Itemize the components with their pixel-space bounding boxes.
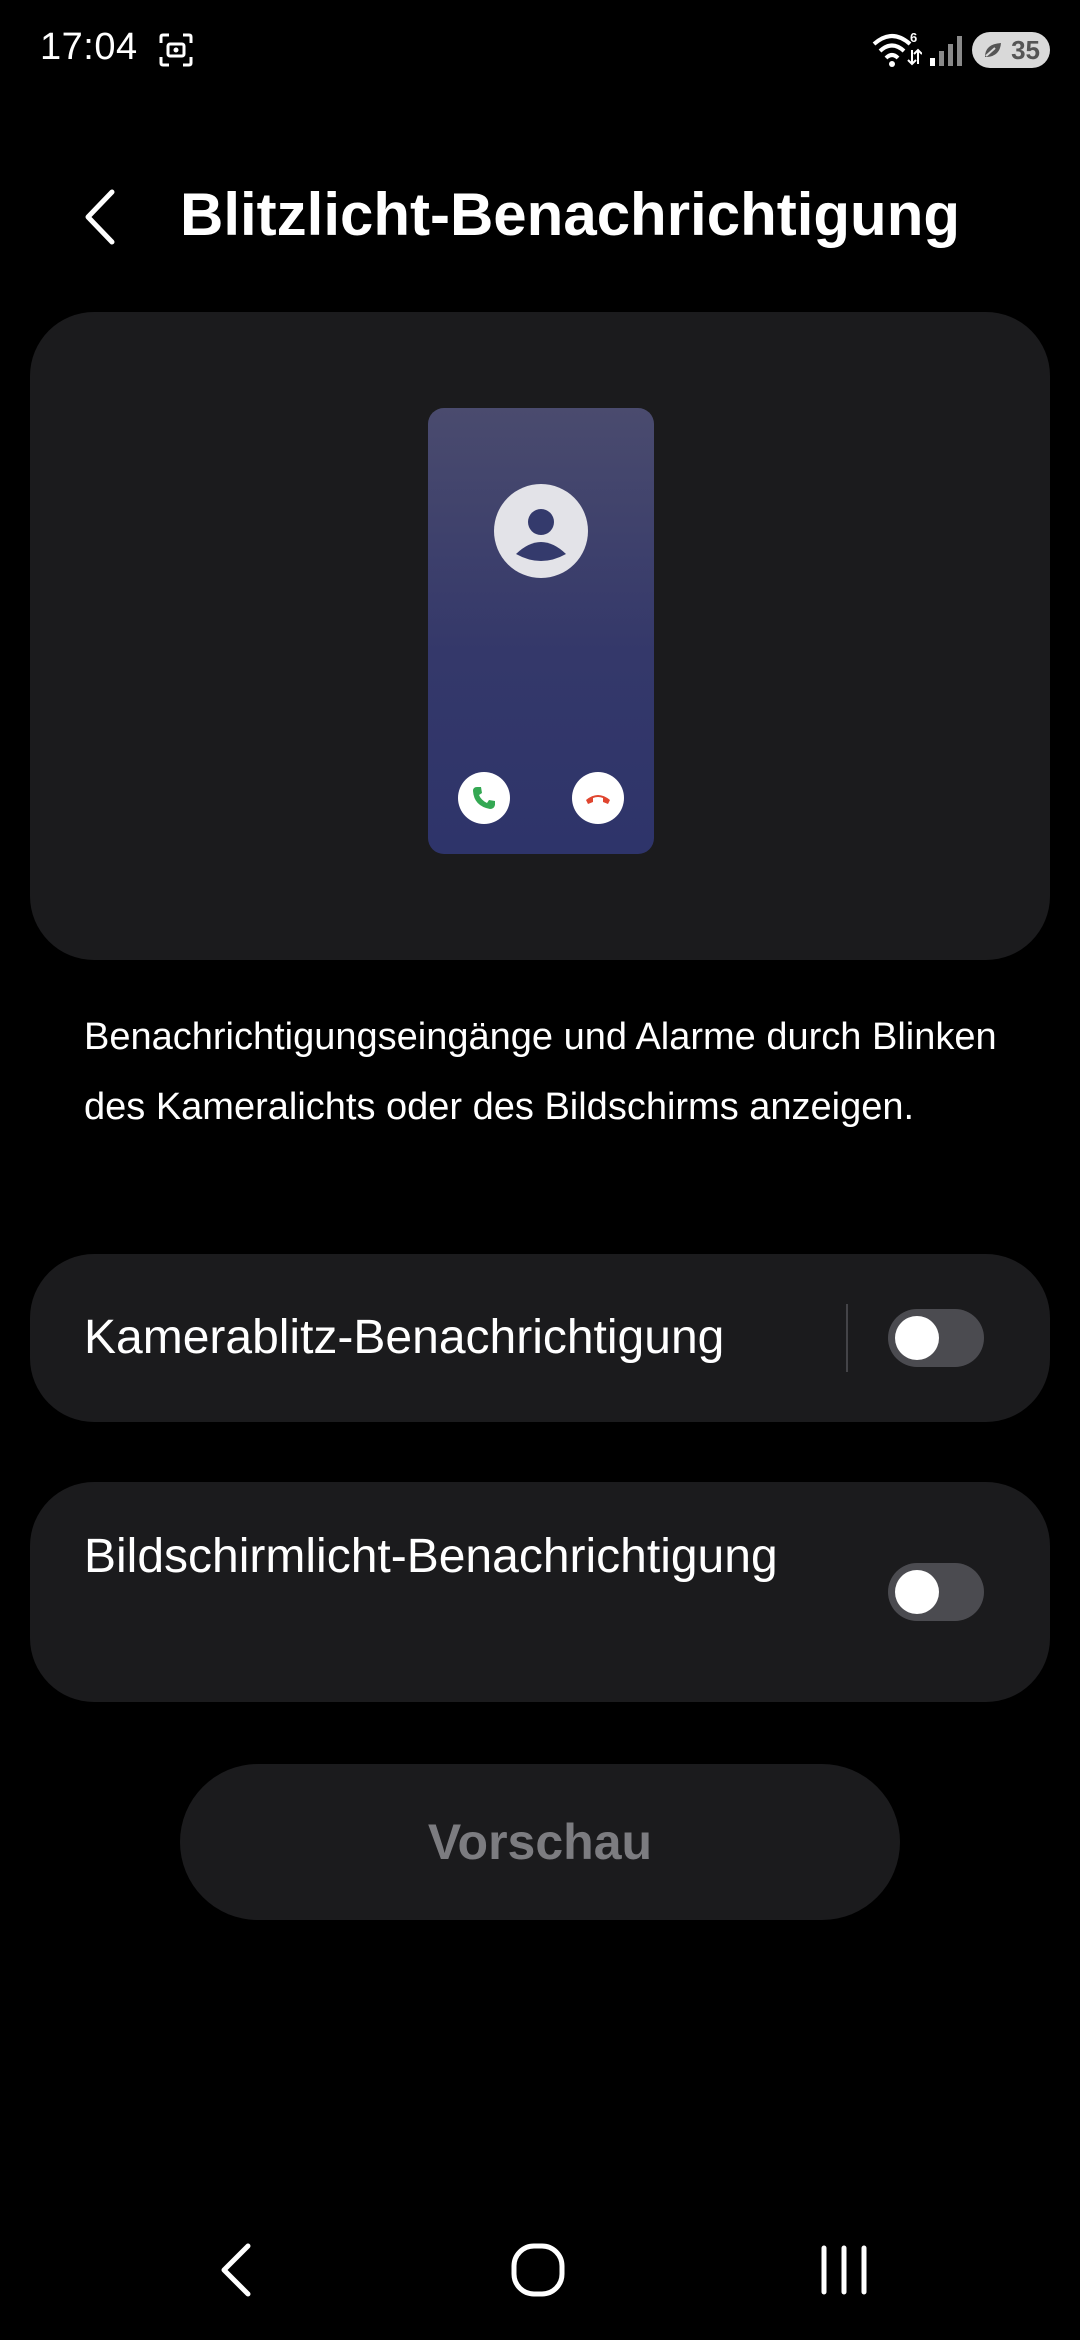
camera-flash-notification-toggle[interactable] <box>888 1309 984 1367</box>
screen-flash-notification-row[interactable]: Bildschirmlicht-Benachrichtigung <box>30 1482 1050 1702</box>
battery-saver-icon <box>985 43 1001 57</box>
toggle-knob <box>895 1316 939 1360</box>
screen-flash-notification-label: Bildschirmlicht-Benachrichtigung <box>84 1530 778 1583</box>
toggle-knob <box>895 1570 939 1614</box>
decline-call-icon <box>586 795 610 804</box>
signal-icon <box>930 36 962 66</box>
phone-illustration <box>428 408 654 854</box>
description-text: Benachrichtigungseingänge und Alarme dur… <box>84 1016 997 1128</box>
nav-home-icon[interactable] <box>510 2242 566 2298</box>
nav-back-icon[interactable] <box>212 2240 262 2300</box>
battery-indicator: 35 <box>972 32 1050 68</box>
screen-flash-notification-toggle[interactable] <box>888 1563 984 1621</box>
back-button[interactable] <box>70 182 140 252</box>
status-time: 17:04 <box>40 26 138 68</box>
status-bar: 17:04 6 35 <box>0 0 1080 100</box>
row-divider <box>846 1304 848 1372</box>
nav-recents-icon[interactable] <box>816 2242 872 2298</box>
navigation-bar <box>0 2220 1080 2320</box>
camera-flash-notification-row[interactable]: Kamerablitz-Benachrichtigung <box>30 1254 1050 1422</box>
accept-call-button <box>458 772 510 824</box>
svg-text:6: 6 <box>910 30 917 45</box>
contact-avatar-icon <box>494 484 588 578</box>
decline-call-button <box>572 772 624 824</box>
screenshot-icon <box>159 33 193 67</box>
battery-level: 35 <box>1011 34 1040 65</box>
chevron-left-icon <box>85 189 115 245</box>
wifi-icon: 6 <box>872 30 922 67</box>
camera-flash-notification-label: Kamerablitz-Benachrichtigung <box>84 1311 725 1364</box>
header: Blitzlicht-Benachrichtigung <box>0 160 1080 270</box>
illustration-card <box>30 312 1050 960</box>
preview-button[interactable]: Vorschau <box>180 1764 900 1920</box>
accept-call-icon <box>473 787 495 809</box>
page-title: Blitzlicht-Benachrichtigung <box>180 181 960 248</box>
